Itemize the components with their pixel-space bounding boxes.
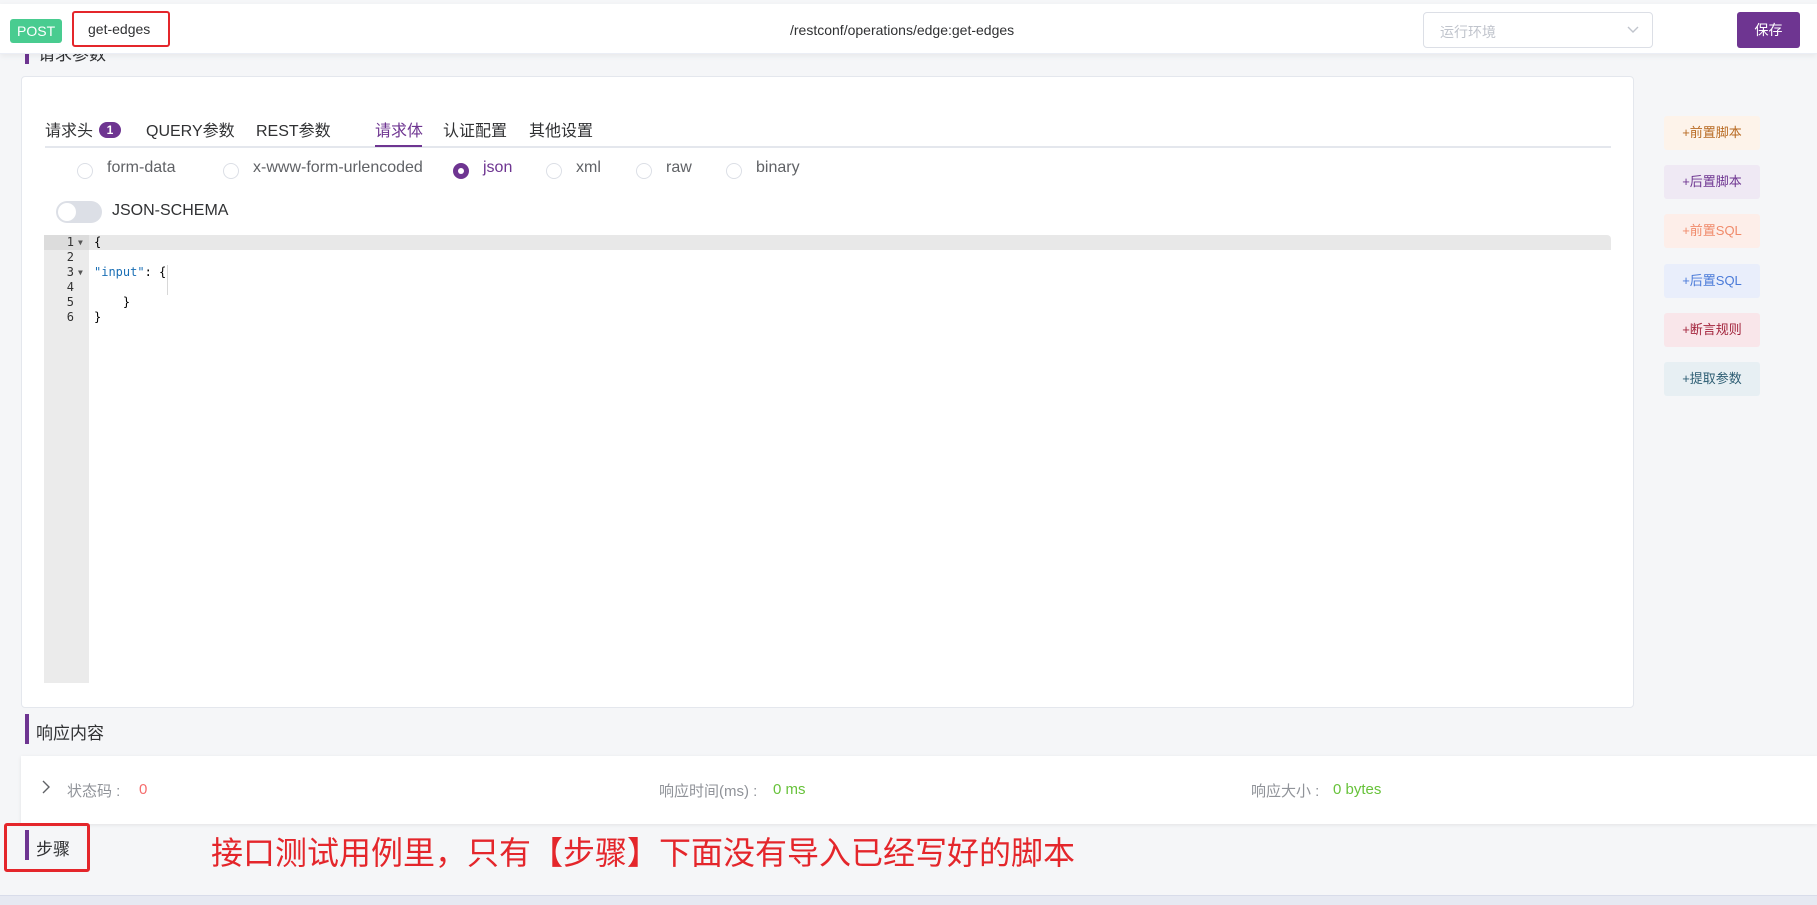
response-summary-panel: 状态码 : 0 响应时间(ms) : 0 ms 响应大小 : 0 bytes	[21, 756, 1817, 824]
tab-body[interactable]: 请求体	[375, 117, 423, 141]
add-post-sql-button[interactable]: +后置SQL	[1664, 264, 1760, 298]
radio-label: form-data	[107, 159, 176, 176]
code-editor[interactable]: 1 ▼ { 2 3 ▼ "input": { 4 5 } 6 }	[44, 235, 1611, 683]
json-key: "input"	[94, 265, 145, 279]
radio-label: x-www-form-urlencoded	[253, 159, 423, 176]
add-pre-sql-button[interactable]: +前置SQL	[1664, 214, 1760, 248]
radio-dot	[77, 163, 93, 179]
status-code-value: 0	[139, 781, 148, 798]
code-text: "input": {	[94, 265, 166, 280]
environment-placeholder: 运行环境	[1440, 24, 1496, 40]
response-time-label: 响应时间(ms) :	[659, 783, 758, 800]
section-marker	[25, 714, 29, 744]
response-size-label: 响应大小 :	[1251, 783, 1320, 800]
chevron-down-icon	[1627, 26, 1639, 33]
line-number: 6	[66, 310, 74, 324]
fold-arrow-icon[interactable]: ▼	[78, 235, 83, 250]
tab-headers[interactable]: 请求头 1	[45, 117, 122, 141]
radio-dot	[546, 163, 562, 179]
tab-rest[interactable]: REST参数	[256, 117, 331, 141]
line-number: 2	[66, 250, 74, 264]
section-marker	[25, 830, 29, 860]
line-number: 4	[66, 280, 74, 294]
json-punct: : {	[144, 265, 167, 279]
radio-label: raw	[666, 159, 692, 176]
radio-label: binary	[756, 159, 800, 176]
add-extract-param-button[interactable]: +提取参数	[1664, 362, 1760, 396]
line-number: 5	[66, 295, 74, 309]
tab-auth[interactable]: 认证配置	[443, 117, 507, 141]
request-panel: 请求头 1 QUERY参数 REST参数 请求体 认证配置 其他设置 form-d…	[21, 76, 1634, 708]
json-schema-label: JSON-SCHEMA	[112, 202, 229, 219]
radio-dot	[726, 163, 742, 179]
add-assertion-button[interactable]: +断言规则	[1664, 313, 1760, 347]
environment-select[interactable]: 运行环境	[1423, 12, 1653, 48]
radio-label: xml	[576, 159, 601, 176]
api-name-field[interactable]: get-edges	[72, 11, 170, 47]
api-path: /restconf/operations/edge:get-edges	[790, 22, 1015, 38]
fold-arrow-icon[interactable]: ▼	[78, 265, 83, 280]
steps-section-title: 步骤	[36, 840, 70, 859]
radio-dot	[453, 163, 469, 179]
method-tag: POST	[10, 19, 63, 43]
tab-other-settings[interactable]: 其他设置	[529, 117, 593, 141]
status-code-label: 状态码 :	[67, 783, 121, 800]
code-text: {	[94, 235, 102, 249]
radio-label: json	[483, 159, 513, 176]
add-pre-script-button[interactable]: +前置脚本	[1664, 116, 1760, 150]
active-tab-indicator	[375, 145, 422, 147]
radio-dot	[636, 163, 652, 179]
code-text: }	[94, 310, 102, 324]
save-button[interactable]: 保存	[1737, 12, 1800, 48]
line-number: 3	[66, 265, 74, 279]
annotation-text: 接口测试用例里，只有【步骤】下面没有导入已经写好的脚本	[211, 834, 1076, 872]
tab-label: 请求头	[45, 123, 94, 140]
json-schema-toggle[interactable]	[56, 201, 102, 223]
active-line-highlight	[89, 235, 1611, 250]
response-section-title: 响应内容	[36, 724, 104, 743]
bottom-strip	[0, 895, 1817, 905]
line-number: 1	[66, 235, 74, 249]
headers-count-badge: 1	[99, 122, 122, 138]
response-size-value: 0 bytes	[1333, 781, 1382, 798]
response-time-value: 0 ms	[773, 781, 806, 798]
tab-query[interactable]: QUERY参数	[146, 117, 235, 141]
add-post-script-button[interactable]: +后置脚本	[1664, 165, 1760, 199]
code-text: }	[94, 295, 131, 309]
indent-guide	[167, 265, 168, 295]
chevron-right-icon[interactable]	[41, 780, 51, 794]
request-tabs: 请求头 1 QUERY参数 REST参数 请求体 认证配置 其他设置	[45, 111, 1611, 148]
top-bar: POST get-edges /restconf/operations/edge…	[0, 4, 1817, 54]
radio-dot	[223, 163, 239, 179]
